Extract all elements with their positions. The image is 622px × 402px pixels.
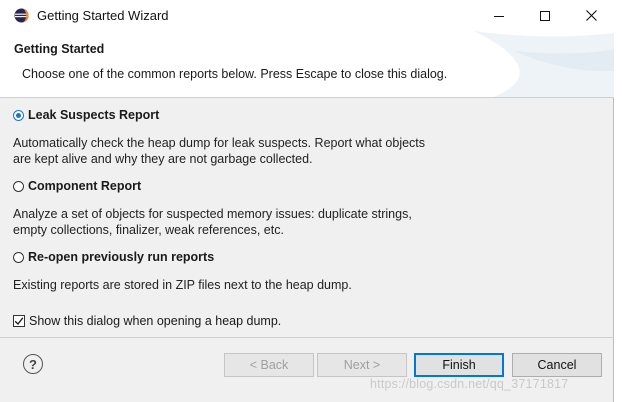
wizard-header: Getting Started Choose one of the common…: [0, 31, 614, 98]
radio-button-checked[interactable]: [13, 109, 24, 121]
back-button[interactable]: < Back: [224, 353, 314, 377]
header-banner-graphic: [474, 31, 614, 97]
wizard-dialog: Getting Started Wizard Getting Started C…: [0, 0, 614, 402]
title-bar[interactable]: Getting Started Wizard: [0, 0, 614, 31]
radio-component-report[interactable]: Component Report: [13, 179, 141, 193]
watermark-text: https://blog.csdn.net/qq_37171817: [370, 377, 569, 391]
option-description: Existing reports are stored in ZIP files…: [13, 277, 473, 293]
show-dialog-checkbox-row[interactable]: Show this dialog when opening a heap dum…: [13, 314, 281, 328]
option-description: Analyze a set of objects for suspected m…: [13, 206, 473, 238]
maximize-icon: [540, 10, 550, 21]
close-button[interactable]: [568, 0, 614, 31]
finish-button[interactable]: Finish: [414, 353, 504, 377]
description-line: Analyze a set of objects for suspected m…: [13, 207, 412, 221]
checkbox-label[interactable]: Show this dialog when opening a heap dum…: [29, 314, 281, 328]
page-message: Choose one of the common reports below. …: [22, 67, 448, 81]
close-icon: [585, 10, 597, 21]
minimize-icon: [494, 15, 504, 17]
maximize-button[interactable]: [522, 0, 568, 31]
description-line: are kept alive and why they are not garb…: [13, 152, 313, 166]
description-line: empty collections, finalizer, weak refer…: [13, 223, 284, 237]
eclipse-icon: [14, 8, 29, 23]
next-button[interactable]: Next >: [317, 353, 407, 377]
window-title: Getting Started Wizard: [37, 8, 169, 23]
radio-label[interactable]: Component Report: [28, 179, 141, 193]
radio-label[interactable]: Re-open previously run reports: [28, 250, 214, 264]
show-dialog-checkbox[interactable]: [13, 315, 25, 327]
checkmark-icon: [14, 317, 24, 326]
radio-reopen-reports[interactable]: Re-open previously run reports: [13, 250, 214, 264]
minimize-button[interactable]: [476, 0, 522, 31]
description-line: Automatically check the heap dump for le…: [13, 136, 426, 150]
radio-label[interactable]: Leak Suspects Report: [28, 108, 159, 122]
cancel-button[interactable]: Cancel: [512, 353, 602, 377]
radio-button[interactable]: [13, 180, 24, 192]
radio-button[interactable]: [13, 251, 24, 263]
description-line: Existing reports are stored in ZIP files…: [13, 278, 352, 292]
footer-separator: [0, 337, 614, 338]
help-icon[interactable]: ?: [23, 354, 43, 374]
option-description: Automatically check the heap dump for le…: [13, 135, 473, 167]
radio-leak-suspects[interactable]: Leak Suspects Report: [13, 108, 159, 122]
page-title: Getting Started: [14, 42, 105, 56]
